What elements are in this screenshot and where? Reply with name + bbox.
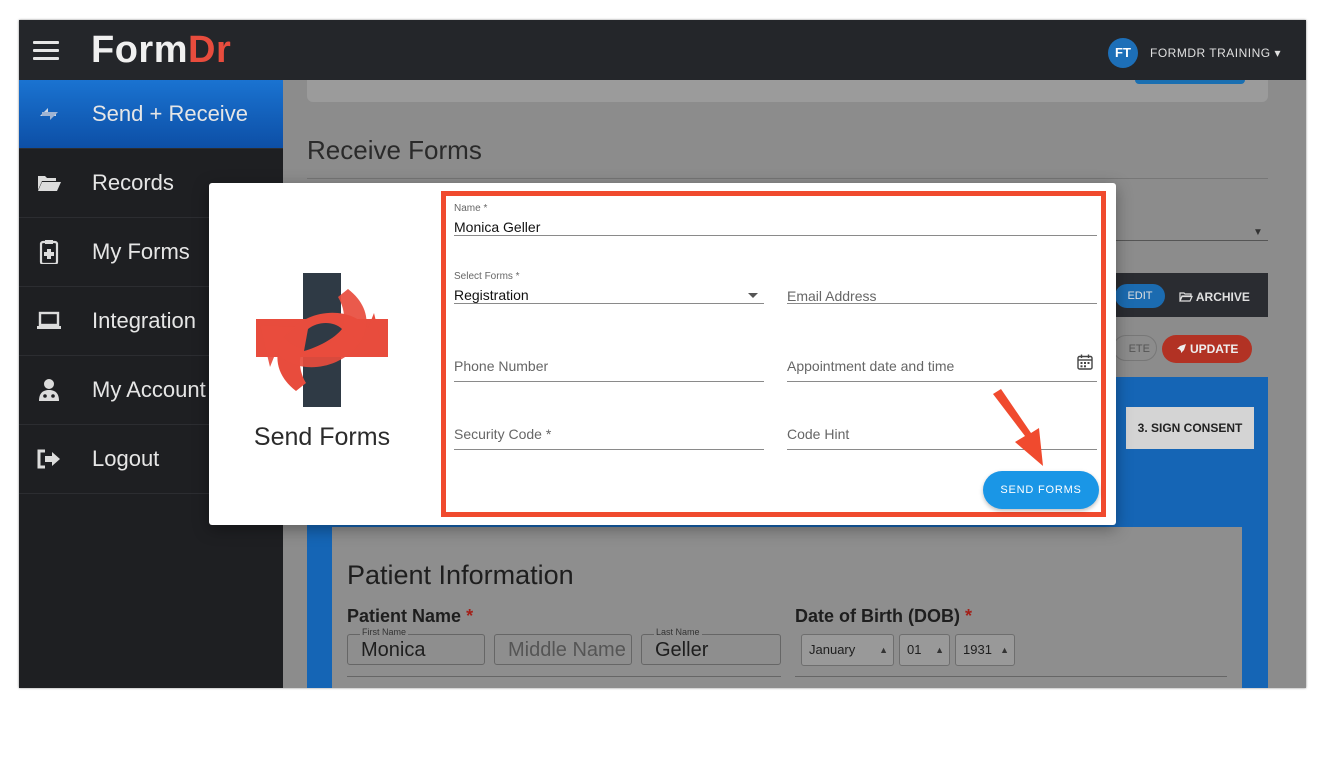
clipboard-plus-icon bbox=[39, 240, 59, 264]
first-name-field[interactable]: First Name Monica bbox=[347, 627, 485, 665]
sidebar-item-send-receive[interactable]: Send + Receive bbox=[19, 80, 283, 149]
appointment-datetime-field[interactable]: Appointment date and time bbox=[787, 341, 1097, 382]
name-field[interactable]: Name * Monica Geller bbox=[454, 195, 1097, 236]
user-doctor-icon bbox=[39, 379, 59, 401]
sidebar-item-label: My Account bbox=[92, 377, 206, 402]
receive-select[interactable] bbox=[1113, 240, 1268, 241]
dob-month-select[interactable]: January ▲ bbox=[801, 634, 894, 666]
sidebar-item-label: Send + Receive bbox=[92, 101, 248, 126]
formdr-logo-icon bbox=[256, 273, 388, 407]
sidebar-item-label: Integration bbox=[92, 308, 196, 333]
send-forms-button[interactable]: SEND FORMS bbox=[983, 471, 1099, 509]
send-forms-modal: Send Forms Name * Monica Geller Select F… bbox=[209, 183, 1116, 525]
select-forms-dropdown[interactable]: Select Forms * Registration bbox=[454, 263, 764, 304]
email-field[interactable]: Email Address bbox=[787, 263, 1097, 304]
middle-name-field[interactable]: Middle Name bbox=[494, 634, 632, 665]
app-logo[interactable]: FormDr bbox=[91, 29, 231, 72]
sidebar-item-label: Logout bbox=[92, 446, 160, 471]
hamburger-menu-icon[interactable] bbox=[33, 41, 59, 61]
sidebar-item-label: My Forms bbox=[92, 239, 190, 264]
divider bbox=[347, 676, 781, 677]
delete-button[interactable]: ETE bbox=[1113, 335, 1157, 361]
folder-open-icon bbox=[1179, 292, 1193, 302]
top-bar: FormDr FT FORMDR TRAINING ▾ bbox=[19, 20, 1306, 80]
pointer-arrow-icon bbox=[993, 389, 1043, 466]
folder-open-icon bbox=[38, 176, 61, 191]
dob-day-select[interactable]: 01 ▲ bbox=[899, 634, 950, 666]
dob-year-select[interactable]: 1931 ▲ bbox=[955, 634, 1015, 666]
edit-button[interactable]: EDIT bbox=[1115, 284, 1165, 308]
tab-sign-consent[interactable]: 3. SIGN CONSENT bbox=[1126, 407, 1254, 449]
send-receive-icon bbox=[40, 108, 58, 120]
caret-down-icon bbox=[748, 293, 758, 298]
rocket-icon bbox=[1176, 344, 1186, 353]
dob-label: Date of Birth (DOB) * bbox=[795, 606, 973, 626]
top-card-button[interactable] bbox=[1135, 80, 1245, 84]
sign-out-icon bbox=[37, 449, 60, 469]
page-title: Receive Forms bbox=[307, 135, 482, 165]
security-code-field[interactable]: Security Code * bbox=[454, 409, 764, 450]
chevron-down-icon[interactable]: ▼ bbox=[1253, 227, 1263, 238]
divider bbox=[795, 676, 1227, 677]
last-name-field[interactable]: Last Name Geller bbox=[641, 627, 781, 665]
sidebar-item-label: Records bbox=[92, 170, 174, 195]
user-avatar[interactable]: FT bbox=[1108, 38, 1138, 68]
phone-field[interactable]: Phone Number bbox=[454, 341, 764, 382]
calendar-icon[interactable] bbox=[1077, 354, 1093, 370]
patient-name-label: Patient Name * bbox=[347, 606, 474, 626]
user-menu-dropdown[interactable]: FORMDR TRAINING ▾ bbox=[1150, 46, 1281, 60]
update-button[interactable]: UPDATE bbox=[1162, 335, 1252, 363]
modal-title: Send Forms bbox=[253, 423, 391, 451]
top-card bbox=[307, 80, 1268, 102]
archive-button[interactable]: ARCHIVE bbox=[1179, 290, 1250, 304]
patient-info-title: Patient Information bbox=[347, 560, 574, 590]
divider bbox=[307, 178, 1268, 179]
laptop-icon bbox=[37, 311, 61, 329]
